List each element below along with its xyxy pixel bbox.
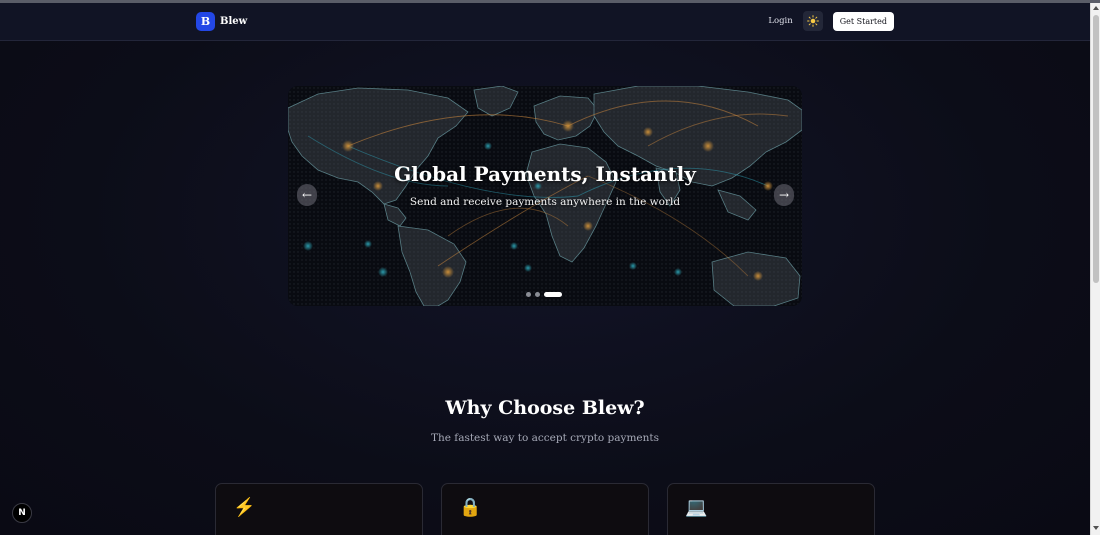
theme-toggle-button[interactable] [802, 11, 823, 31]
sun-icon [806, 15, 819, 27]
laptop-icon: 💻 [685, 497, 708, 518]
lock-icon: 🔒 [459, 497, 482, 518]
scroll-up-arrow-icon[interactable] [1092, 4, 1100, 12]
window-top-border [0, 0, 1100, 3]
brand-logo[interactable]: B Blew [196, 12, 247, 31]
hero-subtitle: Send and receive payments anywhere in th… [409, 196, 681, 208]
carousel-dot-2[interactable] [535, 292, 540, 297]
scroll-down-arrow-icon[interactable] [1092, 524, 1100, 532]
hero-carousel: Global Payments, Instantly Send and rece… [288, 86, 802, 306]
carousel-prev-button[interactable]: ← [297, 184, 317, 206]
carousel-next-button[interactable]: → [774, 184, 794, 206]
nextjs-devtools-button[interactable]: N [12, 503, 32, 523]
feature-card-security: 🔒 [441, 483, 649, 535]
get-started-button[interactable]: Get Started [832, 11, 894, 31]
carousel-indicators [526, 292, 566, 297]
hero-title: Global Payments, Instantly [394, 162, 696, 186]
top-navbar: B Blew Login Get Started [0, 3, 1090, 41]
feature-card-platform: 💻 [667, 483, 875, 535]
section-title: Why Choose Blew? [445, 397, 645, 419]
brand-name: Blew [220, 16, 248, 27]
carousel-dot-3[interactable] [544, 292, 562, 297]
arrow-left-icon: ← [301, 188, 313, 202]
lightning-icon: ⚡ [233, 497, 256, 518]
logo-badge: B [196, 12, 215, 31]
section-subtitle: The fastest way to accept crypto payment… [430, 432, 660, 444]
nav-actions: Login Get Started [768, 11, 894, 31]
login-link[interactable]: Login [768, 16, 792, 26]
scrollbar-thumb[interactable] [1093, 15, 1099, 283]
feature-card-speed: ⚡ [215, 483, 423, 535]
vertical-scrollbar[interactable] [1090, 3, 1100, 535]
page: B Blew Login Get Started Global Payments… [0, 0, 1090, 535]
carousel-dot-1[interactable] [526, 292, 531, 297]
arrow-right-icon: → [778, 188, 790, 202]
